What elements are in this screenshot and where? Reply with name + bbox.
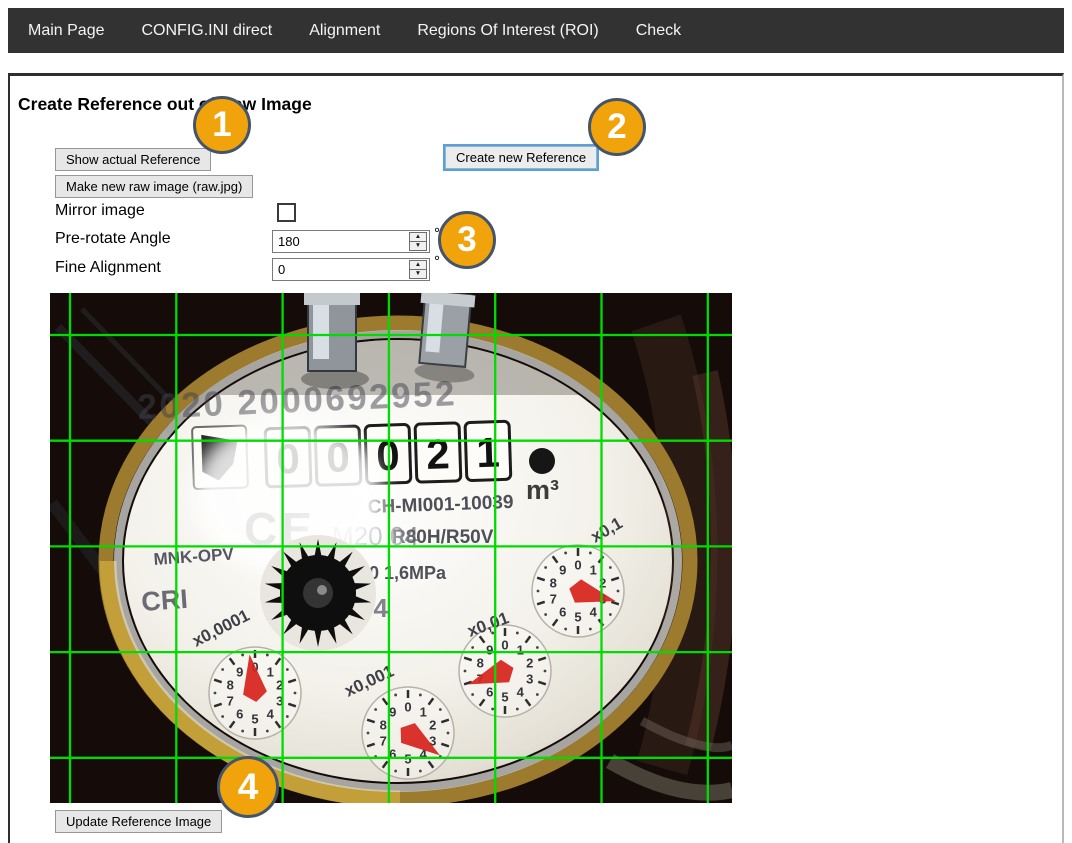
dial-digit: 4 (517, 685, 525, 700)
dial-digit: 8 (227, 677, 234, 692)
dial-digit: 1 (590, 562, 597, 577)
annotation-circle-2: 2 (588, 98, 646, 156)
dial-digit: 0 (574, 558, 581, 573)
dial-digit: 9 (486, 642, 493, 657)
mirror-image-label: Mirror image (55, 202, 145, 220)
dial-digit: 8 (550, 575, 557, 590)
spinner-down-button[interactable]: ▼ (410, 270, 426, 278)
dial-digit: 5 (404, 752, 411, 767)
dial-digit: 1 (517, 642, 524, 657)
nav-item-roi[interactable]: Regions Of Interest (ROI) (417, 22, 598, 40)
dial-digit: 8 (477, 655, 484, 670)
marking-type: CRI (140, 584, 188, 617)
spinner-down-button[interactable]: ▼ (410, 242, 426, 250)
top-nav: Main Page CONFIG.INI direct Alignment Re… (8, 8, 1064, 53)
meter-dot (529, 448, 555, 474)
dial-digit: 5 (501, 690, 508, 705)
dial-digit: 8 (380, 717, 387, 732)
dial-digit: 6 (389, 747, 396, 762)
make-new-raw-image-button[interactable]: Make new raw image (raw.jpg) (55, 175, 253, 198)
dial-digit: 5 (574, 610, 581, 625)
fine-alignment-input-wrap: ▲ ▼ (272, 258, 430, 281)
turbine-star-wheel (260, 535, 376, 651)
dial-digit: 0 (404, 700, 411, 715)
dial-digit: 6 (486, 685, 493, 700)
dial-digit: 6 (559, 605, 566, 620)
annotation-circle-4: 4 (217, 756, 279, 818)
dial-digit: 0 (501, 638, 508, 653)
pre-rotate-spinner: ▲ ▼ (409, 232, 427, 251)
mirror-image-checkbox[interactable] (277, 203, 296, 222)
pre-rotate-angle-input-wrap: ▲ ▼ (272, 230, 430, 253)
counter-digit: 1 (476, 429, 501, 477)
create-new-reference-button[interactable]: Create new Reference (445, 146, 597, 169)
update-reference-image-button[interactable]: Update Reference Image (55, 810, 222, 833)
dial-digit: 6 (236, 707, 243, 722)
dial-digit: 9 (389, 704, 396, 719)
dial-digit: 5 (251, 712, 258, 727)
fine-alignment-spinner: ▲ ▼ (409, 260, 427, 279)
dial-digit: 2 (599, 575, 606, 590)
counter-digit: 2 (426, 430, 451, 478)
dial-digit: 1 (267, 664, 274, 679)
nav-item-config-ini[interactable]: CONFIG.INI direct (142, 22, 273, 40)
show-actual-reference-button[interactable]: Show actual Reference (55, 148, 211, 171)
dial-digit: 2 (526, 655, 533, 670)
dial-digit: 7 (227, 694, 234, 709)
nav-item-alignment[interactable]: Alignment (309, 22, 380, 40)
annotation-circle-1: 1 (193, 96, 251, 154)
annotation-circle-3: 3 (438, 211, 496, 269)
dial-digit: 1 (420, 704, 427, 719)
fine-alignment-degree-unit: ° (434, 253, 440, 270)
dial-digit: 4 (267, 707, 275, 722)
pre-rotate-angle-label: Pre-rotate Angle (55, 230, 171, 248)
pre-rotate-angle-input[interactable] (273, 231, 408, 252)
dial-digit: 9 (559, 562, 566, 577)
dial-digit: 3 (526, 672, 533, 687)
spinner-up-button[interactable]: ▲ (410, 233, 426, 242)
dial-digit: 2 (429, 717, 436, 732)
dial-digit: 7 (380, 734, 387, 749)
page: { "nav": { "items": [ {"label": "Main Pa… (0, 0, 1072, 843)
nav-item-check[interactable]: Check (636, 22, 681, 40)
dial-digit: 7 (550, 592, 557, 607)
fine-alignment-label: Fine Alignment (55, 259, 161, 277)
fine-alignment-input[interactable] (273, 259, 408, 280)
page-title: Create Reference out of Raw Image (18, 94, 312, 115)
content-panel: Create Reference out of Raw Image Show a… (8, 73, 1064, 843)
dial-digit: 9 (236, 664, 243, 679)
reference-image: 2020 2000692952 0 0 0 2 1 m³ CE M20 04 C… (50, 293, 732, 803)
spinner-up-button[interactable]: ▲ (410, 261, 426, 270)
nav-item-main-page[interactable]: Main Page (28, 22, 105, 40)
meter-unit: m³ (526, 475, 559, 505)
dial-digit: 4 (590, 605, 598, 620)
